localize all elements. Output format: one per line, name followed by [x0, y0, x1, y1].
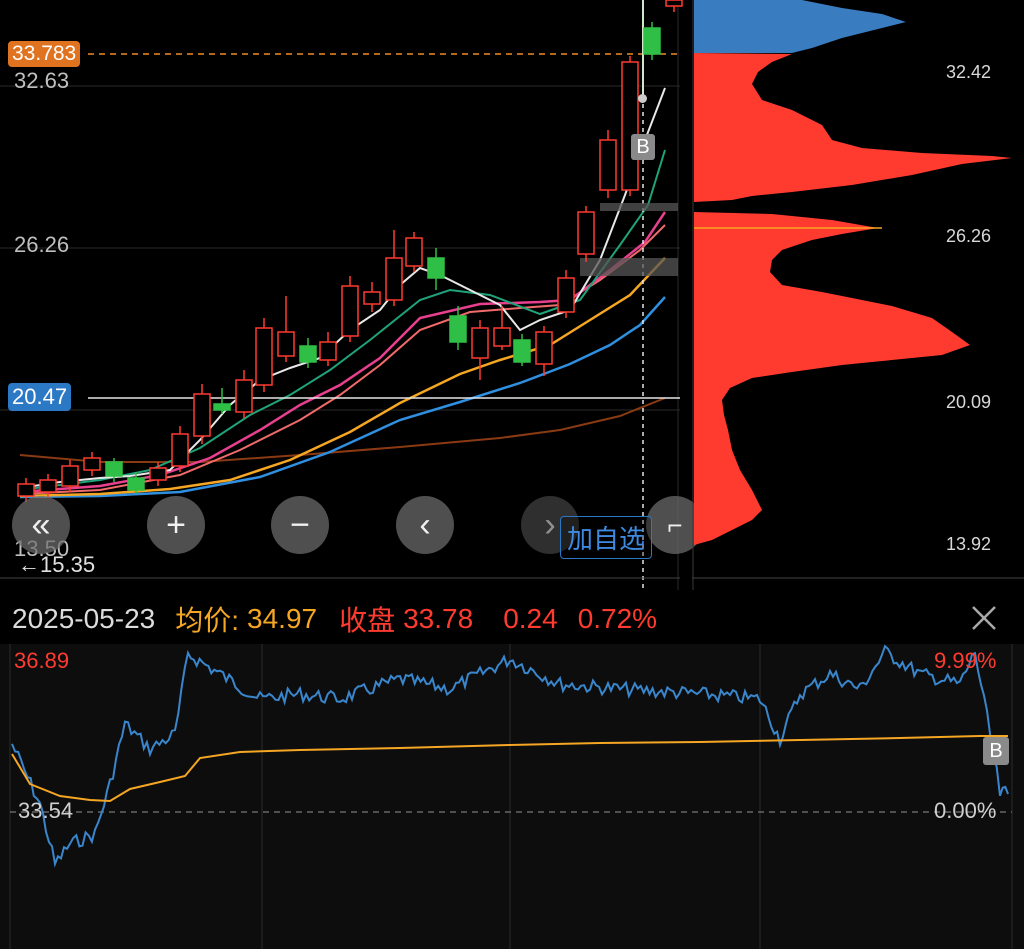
candle-body — [577, 211, 595, 255]
info-close-label: 收盘 — [339, 605, 396, 636]
trade-marker-b[interactable]: B — [631, 134, 655, 160]
ma-pink-line — [19, 211, 667, 494]
candle-body — [299, 345, 317, 363]
candle-body — [171, 433, 189, 467]
kline-svg — [0, 0, 683, 590]
candle-body — [213, 403, 231, 411]
candle-body — [427, 257, 445, 279]
info-bar: 2025-05-23 均价: 34.97 收盘 33.78 0.24 0.72% — [0, 594, 1024, 644]
candle-body — [385, 257, 403, 301]
y-label-high: 32.63 — [14, 68, 70, 93]
candle-body — [235, 379, 253, 413]
y-label-mid: 26.26 — [14, 232, 70, 257]
min-price-marker: ←15.35 — [18, 552, 96, 577]
candle-body — [277, 331, 295, 357]
intraday-high-pct: 9.99% — [934, 648, 997, 673]
candle-body — [17, 483, 35, 497]
profile-blue-area — [694, 0, 906, 53]
ma-brown-line — [19, 397, 666, 463]
candle-body — [363, 291, 381, 305]
profile-red-lower — [694, 212, 970, 545]
add-watchlist-button[interactable]: 加自选 — [560, 516, 653, 559]
intraday-base-label: 33.54 — [18, 798, 74, 823]
candle-body — [599, 139, 617, 191]
intraday-chart[interactable]: 36.89 9.99% 33.54 0.00% B — [0, 644, 1024, 949]
zoom-out-button[interactable]: − — [271, 496, 329, 554]
candle-body — [61, 465, 79, 487]
candle-body — [39, 479, 57, 493]
intraday-svg — [0, 644, 1024, 949]
zoom-in-button[interactable]: + — [147, 496, 205, 554]
intraday-high-label: 36.89 — [14, 648, 70, 673]
volume-profile: 32.42 26.26 20.09 13.92 — [692, 0, 1024, 590]
candle-body — [405, 237, 423, 267]
candle-body — [319, 341, 337, 361]
info-close-value: 33.78 — [403, 603, 474, 634]
candle-body — [621, 61, 639, 191]
crosshair-dot — [638, 94, 647, 103]
info-date: 2025-05-23 — [12, 603, 156, 634]
profile-label-4: 13.92 — [946, 534, 992, 554]
candle-body — [557, 277, 575, 313]
info-change-pct: 0.72% — [577, 603, 658, 634]
candle-body — [449, 315, 467, 343]
info-avg-value: 34.97 — [247, 603, 318, 634]
close-icon[interactable] — [968, 602, 1000, 634]
candle-body — [83, 457, 101, 471]
profile-label-3: 20.09 — [946, 392, 992, 412]
info-change: 0.24 — [503, 603, 558, 634]
candle-body — [193, 393, 211, 437]
current-price-tag: 33.783 — [8, 41, 81, 67]
crosshair-price-tag: 20.47 — [8, 383, 72, 411]
profile-label-2: 26.26 — [946, 226, 992, 246]
candle-body — [665, 0, 683, 7]
intraday-trade-marker[interactable]: B — [983, 737, 1009, 765]
candle-body — [535, 331, 553, 365]
candle-body — [149, 467, 167, 481]
scroll-left-button[interactable]: ‹ — [396, 496, 454, 554]
candle-body — [127, 477, 145, 491]
candle-body — [643, 27, 661, 55]
candle-body — [471, 327, 489, 359]
candle-body — [255, 327, 273, 386]
kline-chart[interactable]: 33.783 32.63 26.26 20.47 13.50 ←15.35 B … — [0, 0, 704, 590]
candle-body — [493, 327, 511, 347]
candle-body — [513, 339, 531, 363]
candle-body — [341, 285, 359, 337]
intraday-base-pct: 0.00% — [934, 798, 997, 823]
scroll-left-fast-button[interactable]: « — [12, 496, 70, 554]
candle-body — [105, 461, 123, 477]
info-avg-label: 均价: — [175, 605, 240, 636]
candles — [17, 0, 683, 502]
profile-label-1: 32.42 — [946, 62, 992, 82]
volume-profile-svg — [692, 0, 1024, 590]
